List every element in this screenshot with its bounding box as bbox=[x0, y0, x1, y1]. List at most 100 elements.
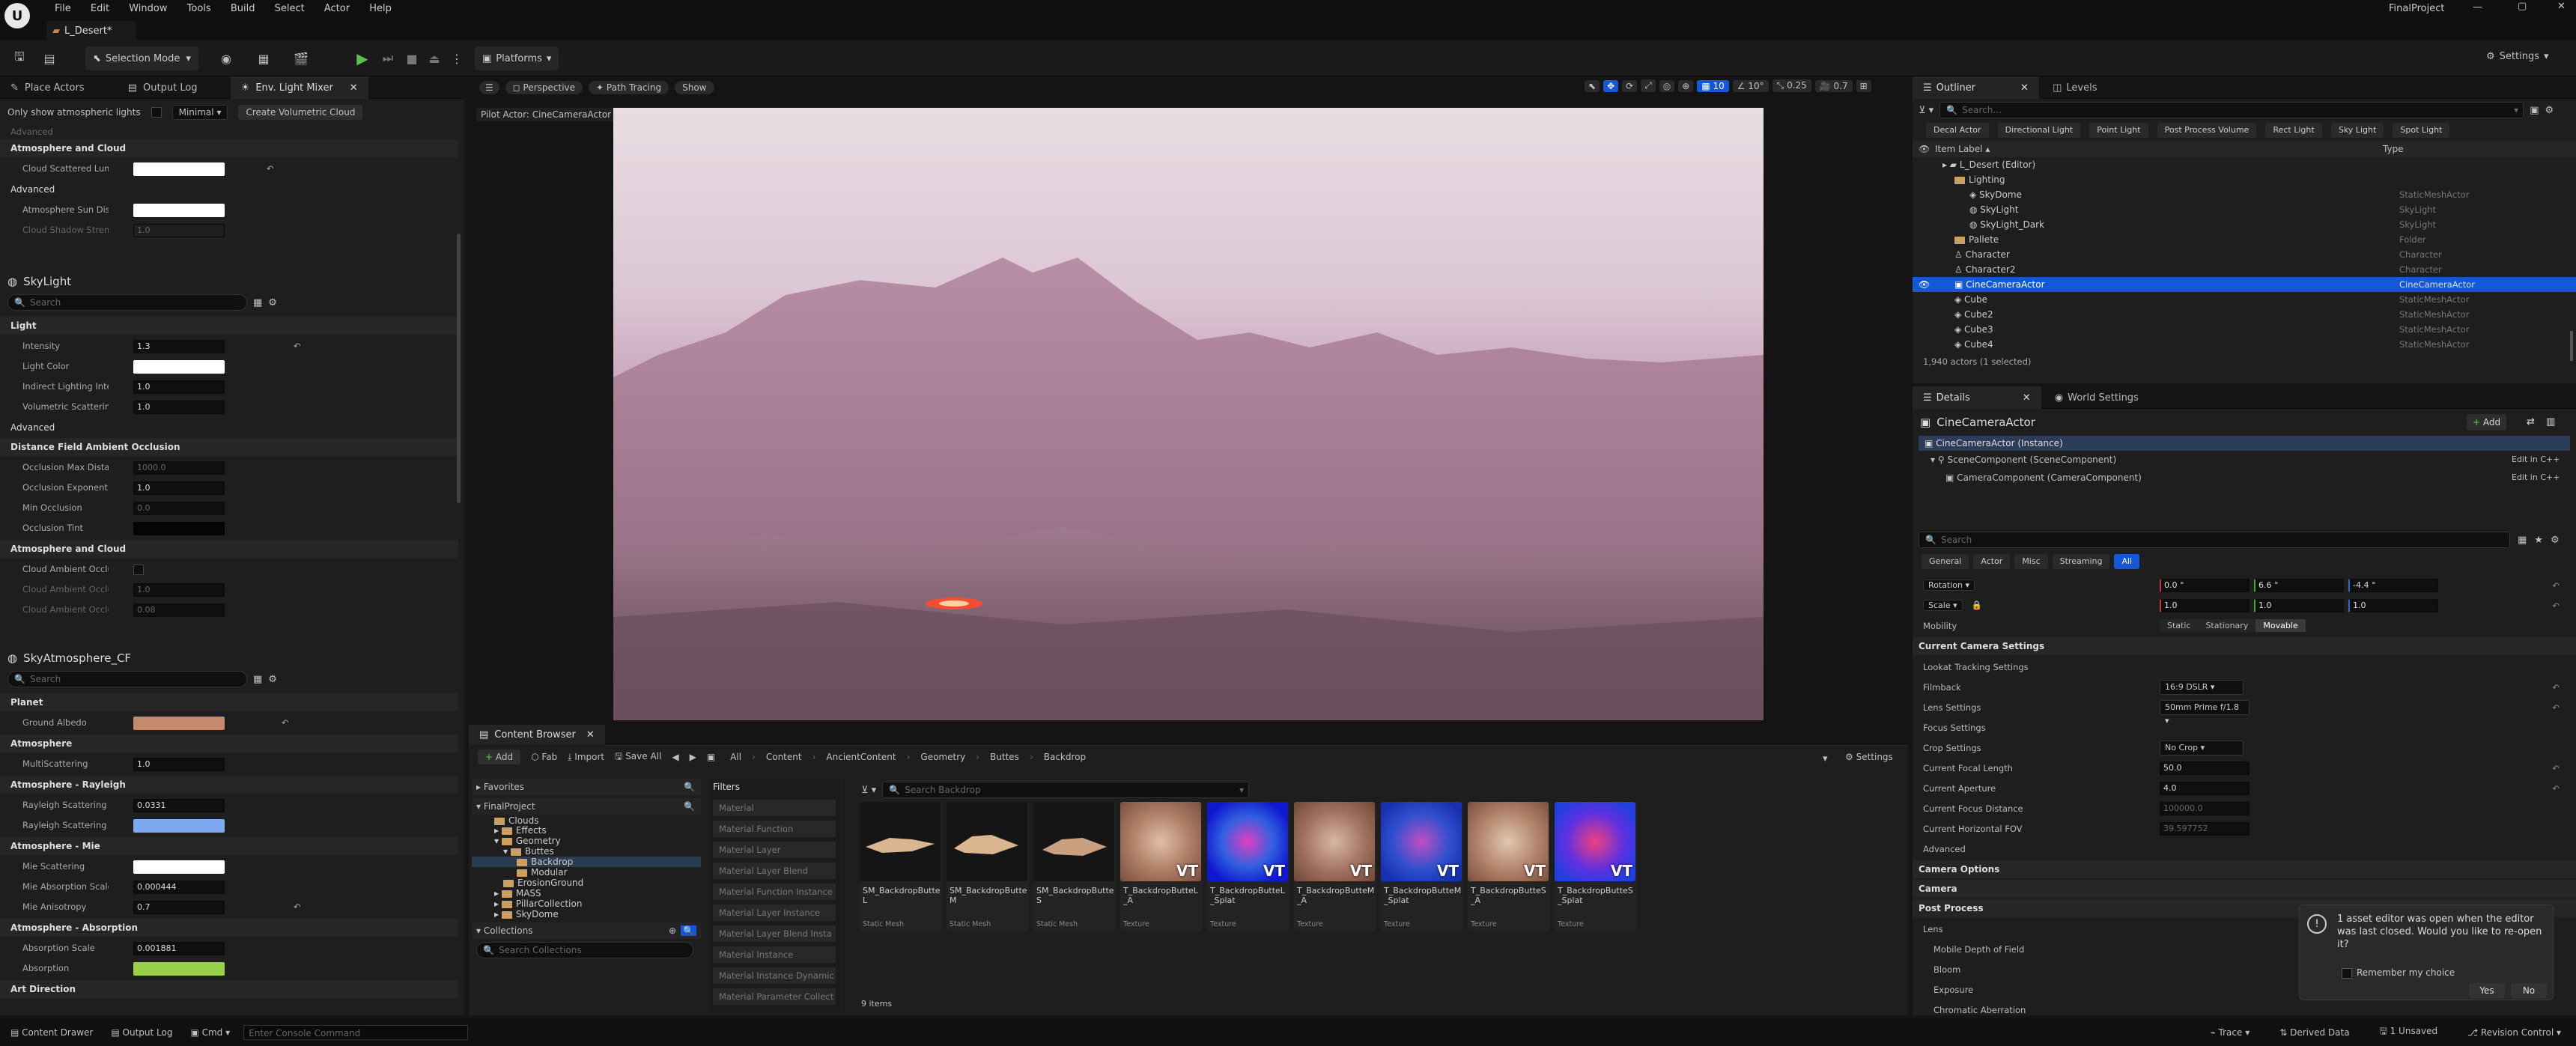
current-camera-header[interactable]: Current Camera Settings bbox=[1913, 637, 2576, 655]
reset-icon[interactable]: ↶ bbox=[2552, 580, 2560, 591]
component-instance-row[interactable]: ▣ CineCameraActor (Instance) bbox=[1919, 436, 2570, 451]
add-component-button[interactable]: + Add bbox=[2467, 414, 2507, 431]
view-options-icon[interactable]: ▦ bbox=[253, 674, 262, 685]
table-row[interactable]: Pallete Folder bbox=[1913, 232, 2576, 247]
intensity-input[interactable]: 1.3 bbox=[133, 339, 225, 353]
absorption-swatch[interactable] bbox=[133, 961, 225, 976]
menu-file[interactable]: File bbox=[46, 0, 79, 18]
atmo-sun-disk-swatch[interactable] bbox=[133, 203, 225, 217]
rotation-dropdown[interactable]: Rotation ▾ bbox=[1923, 579, 1975, 591]
lock-icon[interactable]: ▥ bbox=[2546, 411, 2555, 434]
filter-material-instance-dynamic[interactable]: Material Instance Dynamic bbox=[713, 967, 836, 984]
surface-snap-icon[interactable]: ⊕ bbox=[1678, 79, 1694, 92]
lens-pp-label[interactable]: Lens bbox=[1913, 924, 2160, 934]
gear-icon[interactable]: ⚙ bbox=[2545, 105, 2554, 116]
chip-directional-light[interactable]: Directional Light bbox=[1997, 123, 2081, 138]
blueprint-icon[interactable]: ⇄ bbox=[2527, 411, 2535, 434]
atmo-cloud-header-2[interactable]: Atmosphere and Cloud bbox=[0, 540, 458, 558]
light-header[interactable]: Light bbox=[0, 317, 458, 335]
filter-material-layer-blend[interactable]: Material Layer Blend bbox=[713, 863, 836, 879]
rayleigh-swatch[interactable] bbox=[133, 818, 225, 833]
skyatmo-search[interactable]: 🔍 Search bbox=[7, 671, 247, 687]
save-icon[interactable]: 🖫 bbox=[10, 49, 28, 67]
more-play-icon[interactable]: ⋮ bbox=[448, 49, 466, 67]
viewport-layout-icon[interactable]: ⊞ bbox=[1856, 79, 1871, 92]
cb-settings-button[interactable]: ⚙ Settings bbox=[1845, 752, 1893, 762]
menu-window[interactable]: Window bbox=[121, 0, 175, 18]
level-tab[interactable]: ▰ L_Desert* bbox=[46, 21, 136, 40]
view-options-icon[interactable]: ▦ bbox=[253, 297, 262, 308]
fab-button[interactable]: ⬡ Fab bbox=[531, 752, 557, 762]
gear-icon[interactable]: ⚙ bbox=[268, 674, 277, 685]
scale-lock-icon[interactable]: 🔒 bbox=[1972, 600, 1982, 610]
scale-snap-button[interactable]: ⤡ 0.25 bbox=[1772, 79, 1811, 92]
collections-search[interactable]: 🔍 Search Collections bbox=[476, 942, 693, 958]
bloom-label[interactable]: Bloom bbox=[1913, 964, 2160, 975]
project-header[interactable]: ▾ FinalProject bbox=[476, 801, 535, 812]
outliner-search[interactable]: 🔍 Search... ▾ bbox=[1939, 102, 2524, 118]
tree-skydome[interactable]: ▸ SkyDome bbox=[494, 909, 701, 919]
table-row[interactable]: ◈ Cube3 StaticMeshActor bbox=[1913, 322, 2576, 337]
filter-tab-all[interactable]: All bbox=[2114, 554, 2140, 569]
add-button[interactable]: + Add bbox=[478, 749, 521, 764]
asset-sm-butte-s[interactable]: SM_BackdropButteS Static Mesh bbox=[1033, 802, 1116, 931]
content-drawer-button[interactable]: ▤ Content Drawer bbox=[10, 1027, 93, 1038]
filter-tab-misc[interactable]: Misc bbox=[2014, 554, 2048, 569]
close-window-icon[interactable]: ✕ bbox=[2557, 1, 2566, 12]
asset-t-butte-s-a[interactable]: VT T_BackdropButteS_A Texture bbox=[1468, 802, 1550, 931]
yes-button[interactable]: Yes bbox=[2469, 983, 2505, 998]
cinematics-icon[interactable]: 🎬 bbox=[292, 49, 310, 67]
tab-place-actors[interactable]: ✎ Place Actors bbox=[0, 76, 95, 99]
add-folder-icon[interactable]: ▣ bbox=[2530, 105, 2539, 116]
grid-snap-button[interactable]: ▦ 10 bbox=[1697, 79, 1729, 92]
rayleigh-header[interactable]: Atmosphere - Rayleigh bbox=[0, 776, 458, 794]
exposure-label[interactable]: Exposure bbox=[1913, 985, 2160, 995]
rotation-z[interactable]: -4.4 ° bbox=[2348, 578, 2438, 592]
reset-icon[interactable]: ↶ bbox=[2552, 763, 2560, 773]
reset-icon[interactable]: ↶ bbox=[2552, 682, 2560, 693]
advanced-label[interactable]: Advanced bbox=[1913, 844, 2160, 854]
cmd-dropdown[interactable]: ▣ Cmd ▾ bbox=[190, 1027, 230, 1038]
path-crumb-0[interactable]: All bbox=[730, 752, 741, 762]
menu-actor[interactable]: Actor bbox=[316, 0, 358, 18]
unsaved-button[interactable]: 🖫 1 Unsaved bbox=[2380, 1024, 2438, 1040]
table-row[interactable]: ◍ SkyLight_Dark SkyLight bbox=[1913, 217, 2576, 232]
play-icon[interactable]: ▶ bbox=[353, 49, 371, 67]
filter-tab-general[interactable]: General bbox=[1922, 554, 1969, 569]
table-row[interactable]: Lighting bbox=[1913, 172, 2576, 187]
chip-sky-light[interactable]: Sky Light bbox=[2330, 123, 2384, 138]
multiscattering-input[interactable]: 1.0 bbox=[133, 757, 225, 771]
asset-sm-butte-m[interactable]: SM_BackdropButteM Static Mesh bbox=[947, 802, 1029, 931]
mobility-movable[interactable]: Movable bbox=[2255, 619, 2306, 632]
history-back-icon[interactable]: ◀ bbox=[672, 752, 678, 762]
abs-scale-input[interactable]: 0.001881 bbox=[133, 941, 225, 955]
history-forward-icon[interactable]: ▶ bbox=[690, 752, 696, 762]
camera-header[interactable]: Camera bbox=[1913, 880, 2576, 898]
reset-icon[interactable]: ↶ bbox=[294, 897, 301, 917]
add-actor-icon[interactable]: ◉ bbox=[217, 49, 235, 67]
import-button[interactable]: ⤓ Import bbox=[568, 752, 604, 763]
tree-effects[interactable]: ▸ Effects bbox=[494, 825, 701, 836]
rotation-y[interactable]: 6.6 ° bbox=[2254, 578, 2344, 592]
mode-dropdown[interactable]: ⬉ Selection Mode ▾ bbox=[85, 46, 198, 70]
close-tab-icon[interactable]: ✕ bbox=[2023, 392, 2031, 404]
save-all-button[interactable]: 🖫 Save All bbox=[615, 749, 661, 765]
filter-material-parameter-collection[interactable]: Material Parameter Collect bbox=[713, 988, 836, 1005]
collections-header[interactable]: ▾ Collections bbox=[476, 925, 532, 936]
mie-abs-input[interactable]: 0.000444 bbox=[133, 880, 225, 894]
path-crumb-5[interactable]: Backdrop bbox=[1044, 752, 1086, 762]
show-button[interactable]: Show bbox=[675, 81, 714, 94]
focus-settings-label[interactable]: Focus Settings bbox=[1913, 723, 2160, 733]
asset-t-butte-m-splat[interactable]: VT T_BackdropButteM_Splat Texture bbox=[1381, 802, 1463, 931]
edit-cpp-link[interactable]: Edit in C++ bbox=[2512, 451, 2560, 469]
mie-aniso-input[interactable]: 0.7 bbox=[133, 900, 225, 914]
revision-control-button[interactable]: ⎇ Revision Control ▾ bbox=[2467, 1027, 2561, 1038]
crop-dropdown[interactable]: No Crop ▾ bbox=[2160, 740, 2244, 755]
filter-icon[interactable]: ⊻ ▾ bbox=[861, 785, 876, 796]
scene-component-row[interactable]: ▾ ⚲ SceneComponent (SceneComponent) Edit … bbox=[1913, 451, 2576, 469]
viewport-render[interactable] bbox=[613, 108, 1764, 720]
search-icon[interactable]: 🔍 bbox=[681, 925, 696, 936]
tree-pillar[interactable]: ▸ PillarCollection bbox=[494, 898, 701, 909]
viewport[interactable]: ☰ ◻ Perspective ✦ Path Tracing Show Pilo… bbox=[469, 76, 1908, 722]
mobility-static[interactable]: Static bbox=[2160, 619, 2199, 632]
